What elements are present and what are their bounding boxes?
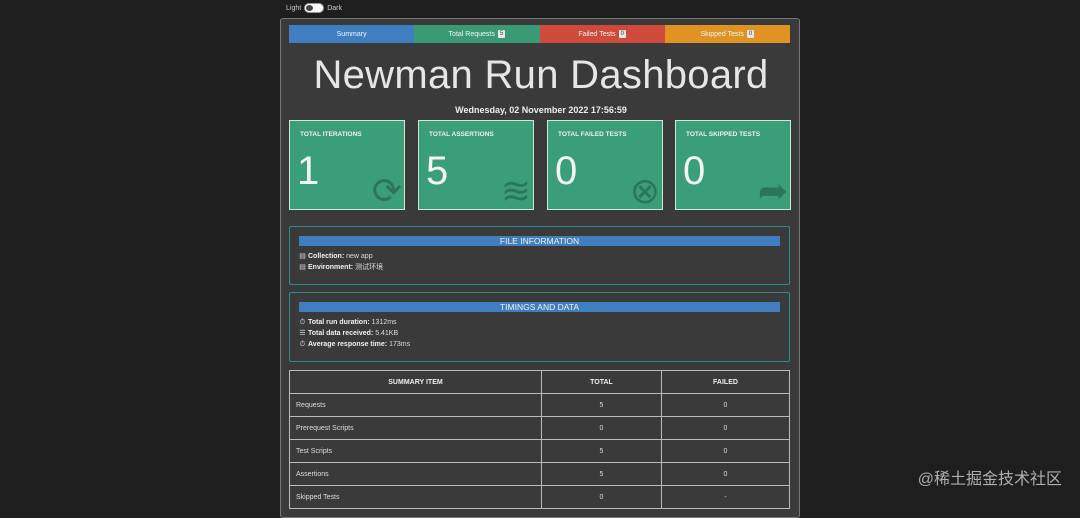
table-row: Test Scripts 5 0 <box>290 440 790 463</box>
share-icon: ➦ <box>758 173 788 209</box>
page-title: Newman Run Dashboard <box>281 53 801 98</box>
watermark: @稀土掘金技术社区 <box>918 465 1062 489</box>
theme-switch[interactable] <box>304 3 324 13</box>
table-header-row: SUMMARY ITEM TOTAL FAILED <box>290 371 790 394</box>
card-total-failed-tests: TOTAL FAILED TESTS 0 ⊗ <box>547 120 663 210</box>
col-total: TOTAL <box>542 371 662 394</box>
row-item: Prerequest Scripts <box>290 417 542 440</box>
card-total-assertions: TOTAL ASSERTIONS 5 ≋ <box>418 120 534 210</box>
timings-panel: TIMINGS AND DATA ⏱Total run duration: 13… <box>289 292 790 362</box>
duration-row: ⏱Total run duration: 1312ms <box>299 317 789 328</box>
file-icon: ▤ <box>299 251 306 262</box>
light-label: Light <box>286 5 301 12</box>
data-row: ☰Total data received: 5.41KB <box>299 328 789 339</box>
tasks-icon: ≋ <box>501 173 531 209</box>
card-label: TOTAL ASSERTIONS <box>429 131 494 138</box>
stopwatch-icon: ⏱ <box>299 339 306 350</box>
collection-row: ▤Collection: new app <box>299 251 789 262</box>
file-icon: ▤ <box>299 262 306 273</box>
collection-value: new app <box>346 253 372 260</box>
card-value: 0 <box>555 149 577 194</box>
row-item: Assertions <box>290 463 542 486</box>
tab-requests-label: Total Requests <box>449 31 495 38</box>
table-row: Prerequest Scripts 0 0 <box>290 417 790 440</box>
run-date: Wednesday, 02 November 2022 17:56:59 <box>281 105 801 115</box>
skipped-count-badge: 0 <box>747 30 754 38</box>
row-item: Requests <box>290 394 542 417</box>
row-failed: 0 <box>662 394 790 417</box>
row-total: 5 <box>542 463 662 486</box>
table-row: Assertions 5 0 <box>290 463 790 486</box>
environment-row: ▤Environment: 测试环境 <box>299 262 789 273</box>
row-total: 0 <box>542 417 662 440</box>
row-failed: 0 <box>662 463 790 486</box>
panel-header: FILE INFORMATION <box>299 236 780 246</box>
row-total: 5 <box>542 394 662 417</box>
row-item: Skipped Tests <box>290 486 542 509</box>
dashboard-frame: Summary Total Requests 5 Failed Tests 0 … <box>280 18 800 518</box>
theme-toggle: Light Dark <box>286 3 342 13</box>
col-failed: FAILED <box>662 371 790 394</box>
database-icon: ☰ <box>299 328 306 339</box>
environment-value: 测试环境 <box>355 264 383 271</box>
times-circle-icon: ⊗ <box>630 173 660 209</box>
data-label: Total data received: <box>308 330 373 337</box>
environment-label: Environment: <box>308 264 353 271</box>
col-summary-item: SUMMARY ITEM <box>290 371 542 394</box>
refresh-icon: ⟳ <box>372 173 402 209</box>
requests-count-badge: 5 <box>498 30 505 38</box>
row-total: 0 <box>542 486 662 509</box>
response-row: ⏱Average response time: 173ms <box>299 339 789 350</box>
row-failed: - <box>662 486 790 509</box>
tab-failed-tests[interactable]: Failed Tests 0 <box>540 25 665 43</box>
duration-value: 1312ms <box>372 319 397 326</box>
card-value: 1 <box>297 149 319 194</box>
stopwatch-icon: ⏱ <box>299 317 306 328</box>
card-value: 0 <box>683 149 705 194</box>
collection-label: Collection: <box>308 253 344 260</box>
tab-total-requests[interactable]: Total Requests 5 <box>414 25 539 43</box>
switch-knob <box>306 5 313 11</box>
failed-count-badge: 0 <box>619 30 626 38</box>
card-total-skipped-tests: TOTAL SKIPPED TESTS 0 ➦ <box>675 120 791 210</box>
row-failed: 0 <box>662 440 790 463</box>
tab-summary-label: Summary <box>337 31 367 38</box>
nav-tabs: Summary Total Requests 5 Failed Tests 0 … <box>289 25 790 43</box>
tab-skipped-tests[interactable]: Skipped Tests 0 <box>665 25 790 43</box>
tab-failed-label: Failed Tests <box>578 31 615 38</box>
table-row: Requests 5 0 <box>290 394 790 417</box>
data-value: 5.41KB <box>375 330 398 337</box>
card-label: TOTAL SKIPPED TESTS <box>686 131 760 138</box>
card-total-iterations: TOTAL ITERATIONS 1 ⟳ <box>289 120 405 210</box>
row-failed: 0 <box>662 417 790 440</box>
summary-table: SUMMARY ITEM TOTAL FAILED Requests 5 0 P… <box>289 370 790 509</box>
row-total: 5 <box>542 440 662 463</box>
dark-label: Dark <box>327 5 342 12</box>
card-label: TOTAL FAILED TESTS <box>558 131 627 138</box>
table-row: Skipped Tests 0 - <box>290 486 790 509</box>
file-information-panel: FILE INFORMATION ▤Collection: new app ▤E… <box>289 226 790 285</box>
response-value: 173ms <box>389 341 410 348</box>
tab-skipped-label: Skipped Tests <box>700 31 743 38</box>
card-label: TOTAL ITERATIONS <box>300 131 362 138</box>
tab-summary[interactable]: Summary <box>289 25 414 43</box>
panel-header: TIMINGS AND DATA <box>299 302 780 312</box>
response-label: Average response time: <box>308 341 387 348</box>
row-item: Test Scripts <box>290 440 542 463</box>
card-value: 5 <box>426 149 448 194</box>
duration-label: Total run duration: <box>308 319 370 326</box>
